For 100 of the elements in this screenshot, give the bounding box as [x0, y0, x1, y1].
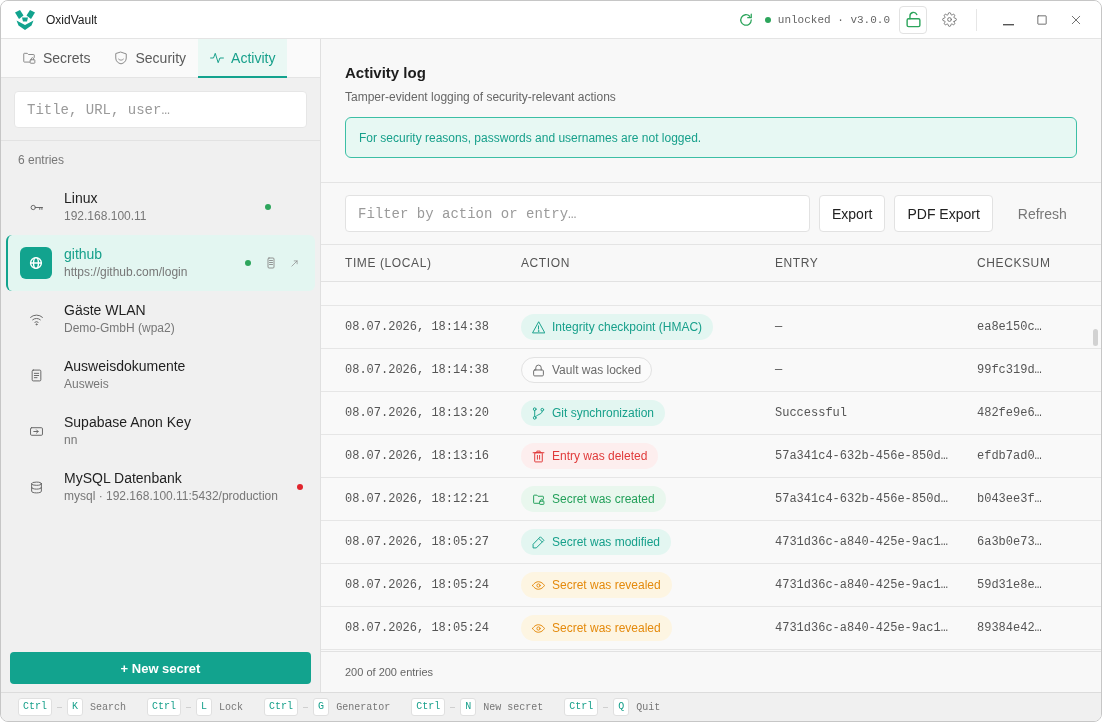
shortcut-label: New secret [483, 701, 544, 713]
table-cell-text: — [775, 320, 784, 334]
vault-status: unlocked · v3.0.0 [777, 13, 890, 26]
secret-list-item[interactable]: Gäste WLAN Demo-GmbH (wpa2) [6, 291, 315, 347]
secret-title: github [64, 246, 104, 263]
column-header: TIME (LOCAL) [345, 256, 433, 270]
folder-lock-icon [22, 50, 36, 65]
action-label: Secret was revealed [552, 621, 661, 635]
secret-list-item[interactable]: MySQL Datenbank mysql · 192.168.100.11:5432/production [6, 459, 315, 515]
secret-list-item[interactable]: github https://github.com/login [6, 235, 315, 291]
shield-icon [114, 50, 129, 65]
secret-title: Ausweisdokumente [64, 358, 187, 375]
table-cell-text: 08.07.2026, 18:13:16 [345, 449, 491, 463]
table-cell-text: 08.07.2026, 18:05:24 [345, 578, 491, 592]
logo-icon [14, 8, 36, 31]
export-button[interactable]: Export [819, 195, 886, 232]
table-cell-text: 4731d36c-a840-425e-9ac1… [775, 535, 949, 549]
shortcut-label: Lock [219, 701, 244, 713]
secret-subtitle: Ausweis [64, 377, 110, 392]
action-label: Secret was revealed [552, 578, 661, 592]
tab[interactable]: Security [102, 39, 199, 78]
secret-title: Linux [64, 190, 99, 207]
column-header: CHECKSUM [977, 256, 1052, 270]
document-icon[interactable] [265, 257, 277, 269]
action-label: Integrity checkpoint (HMAC) [552, 320, 703, 334]
shortcut-label: Generator [336, 701, 391, 713]
table-cell-text: 6a3b0e73… [977, 535, 1043, 549]
column-header: ACTION [521, 256, 571, 270]
secret-subtitle: 192.168.100.11 [64, 209, 148, 224]
branch-icon [532, 406, 545, 420]
eye-icon [532, 578, 545, 592]
table-cell-text: efdb7ad0… [977, 449, 1043, 463]
table-cell-text: ea8e150c… [977, 320, 1043, 334]
document-icon [29, 368, 43, 382]
secret-subtitle: nn [64, 433, 79, 448]
table-cell-text: 99fc319d… [977, 363, 1043, 377]
secret-title: MySQL Datenbank [64, 470, 183, 487]
table-cell-text: 08.07.2026, 18:13:20 [345, 406, 491, 420]
table-cell-text: 4731d36c-a840-425e-9ac1… [775, 621, 949, 635]
secret-title: Gäste WLAN [64, 302, 147, 319]
tab[interactable]: Secrets [10, 39, 103, 78]
database-icon [29, 480, 43, 494]
app-title: OxidVault [46, 12, 98, 27]
close-icon [1071, 14, 1081, 25]
settings-icon [941, 12, 957, 27]
minimize-icon [1002, 23, 1014, 26]
action-label: Secret was created [552, 492, 655, 506]
table-cell-text: 4731d36c-a840-425e-9ac1… [775, 578, 949, 592]
table-cell-text: 08.07.2026, 18:05:24 [345, 621, 491, 635]
table-cell-text: 57a341c4-632b-456e-850d… [775, 492, 949, 506]
key-cap: L [196, 698, 213, 716]
secret-subtitle: Demo-GmbH (wpa2) [64, 321, 176, 336]
table-cell-text: 59d31e8e… [977, 578, 1043, 592]
pulse-icon [210, 50, 225, 65]
trash-icon [532, 449, 545, 463]
table-cell-text: 57a341c4-632b-456e-850d… [775, 449, 949, 463]
refresh-button[interactable]: Refresh [1013, 205, 1071, 222]
secret-list-item[interactable]: Ausweisdokumente Ausweis [6, 347, 315, 403]
page-subtitle: Tamper-evident logging of security-relevant actions [345, 89, 617, 105]
table-cell-text: Successful [775, 406, 848, 420]
entry-count: 200 of 200 entries [345, 666, 434, 678]
column-header: ENTRY [775, 256, 820, 270]
key-cap: N [460, 698, 477, 716]
action-label: Git synchronization [552, 406, 655, 420]
globe-icon [20, 247, 52, 279]
table-cell-text: 89384e42… [977, 621, 1043, 635]
table-cell-text: 08.07.2026, 18:12:21 [345, 492, 491, 506]
table-cell-text: — [775, 363, 784, 377]
sync-icon[interactable] [738, 12, 753, 27]
secret-list-item[interactable]: Supabase Anon Key nn [6, 403, 315, 459]
lock-button[interactable] [899, 5, 927, 34]
shortcut-label: Quit [636, 701, 661, 713]
secret-subtitle: https://github.com/login [64, 265, 189, 280]
pdf-export-button[interactable]: PDF Export [894, 195, 993, 232]
page-title: Activity log [345, 63, 427, 83]
padlock-icon [532, 363, 545, 377]
key-cap: K [67, 698, 84, 716]
key-cap: Ctrl [411, 698, 446, 716]
table-cell-text: b043ee3f… [977, 492, 1043, 506]
table-cell-text: 08.07.2026, 18:05:27 [345, 535, 491, 549]
key-cap: Ctrl [264, 698, 299, 716]
folder-lock-icon [532, 492, 545, 506]
secret-list-item[interactable]: Linux 192.168.100.11 [6, 179, 315, 235]
info-banner: For security reasons, passwords and usernames are not logged. [345, 117, 1077, 158]
action-label: Entry was deleted [552, 449, 648, 463]
action-label: Secret was modified [552, 535, 661, 549]
filter-field[interactable]: Filter by action or entry… [345, 195, 810, 232]
table-cell-text: 482fe9e6… [977, 406, 1043, 420]
entry-count: 6 entries [18, 153, 65, 167]
search-field[interactable]: Title, URL, user… [14, 91, 307, 128]
pencil-icon [532, 535, 545, 549]
secret-title: Supabase Anon Key [64, 414, 192, 431]
scrollbar-thumb[interactable] [1093, 329, 1098, 346]
eye-icon [532, 621, 545, 635]
arrow-icon[interactable] [291, 259, 298, 267]
maximize-icon [1037, 14, 1047, 25]
action-label: Vault was locked [552, 363, 642, 377]
key-cap: Ctrl [147, 698, 182, 716]
table-cell-text: 08.07.2026, 18:14:38 [345, 320, 491, 334]
key-cap: Ctrl [18, 698, 52, 716]
